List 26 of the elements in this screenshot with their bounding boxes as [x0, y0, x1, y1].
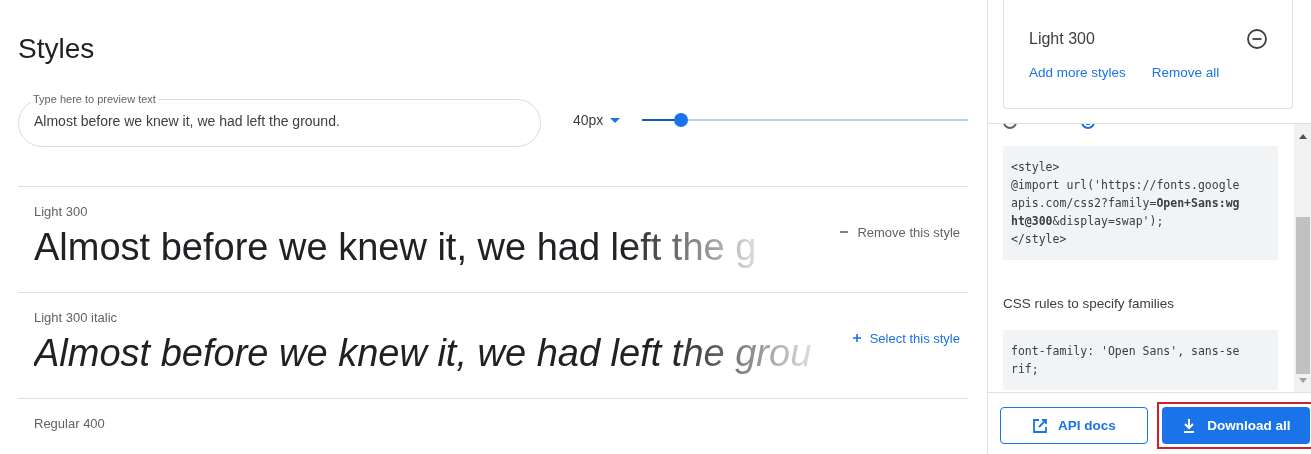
- style-label: Regular 400: [34, 416, 106, 432]
- page-title: Styles: [18, 32, 96, 66]
- scrollbar[interactable]: [1294, 124, 1311, 392]
- scroll-up-icon: [1299, 134, 1307, 139]
- remove-icon: [1246, 28, 1268, 50]
- scroll-down-icon: [1299, 378, 1307, 383]
- code-snippet: font-family: 'Open Sans', sans-se rif;: [1003, 330, 1278, 390]
- slider-track[interactable]: [642, 113, 968, 127]
- style-action-button[interactable]: Select this style: [851, 330, 960, 346]
- section-heading: CSS rules to specify families: [1003, 296, 1176, 311]
- external-link-icon: [1032, 417, 1049, 434]
- size-dropdown[interactable]: 40px: [573, 112, 621, 128]
- family-style: Light 300: [1029, 30, 1095, 48]
- caret-icon: [610, 117, 621, 123]
- remove-all-link[interactable]: Remove all: [1151, 65, 1220, 80]
- text-input[interactable]: Almost before we knew it, we had left the ground.: [34, 113, 524, 129]
- style-label: Light 300: [34, 204, 89, 220]
- style-label: Light 300 italic: [34, 310, 119, 326]
- add-styles-link[interactable]: Add more styles: [1029, 65, 1126, 80]
- plus-icon: [851, 333, 862, 343]
- style-action-button[interactable]: Remove this style: [839, 224, 960, 240]
- download-button[interactable]: Download all: [1162, 407, 1310, 444]
- slider-thumb[interactable]: [674, 113, 689, 127]
- docs-button[interactable]: API docs: [1000, 407, 1148, 444]
- font-sample: Almost before we knew it, we had left the grou: [34, 331, 812, 376]
- code-snippet: <style> @import url('https://fonts.google apis.com/css2?family=Open+Sans:wg ht@300&display=swap'); </style>: [1003, 146, 1278, 260]
